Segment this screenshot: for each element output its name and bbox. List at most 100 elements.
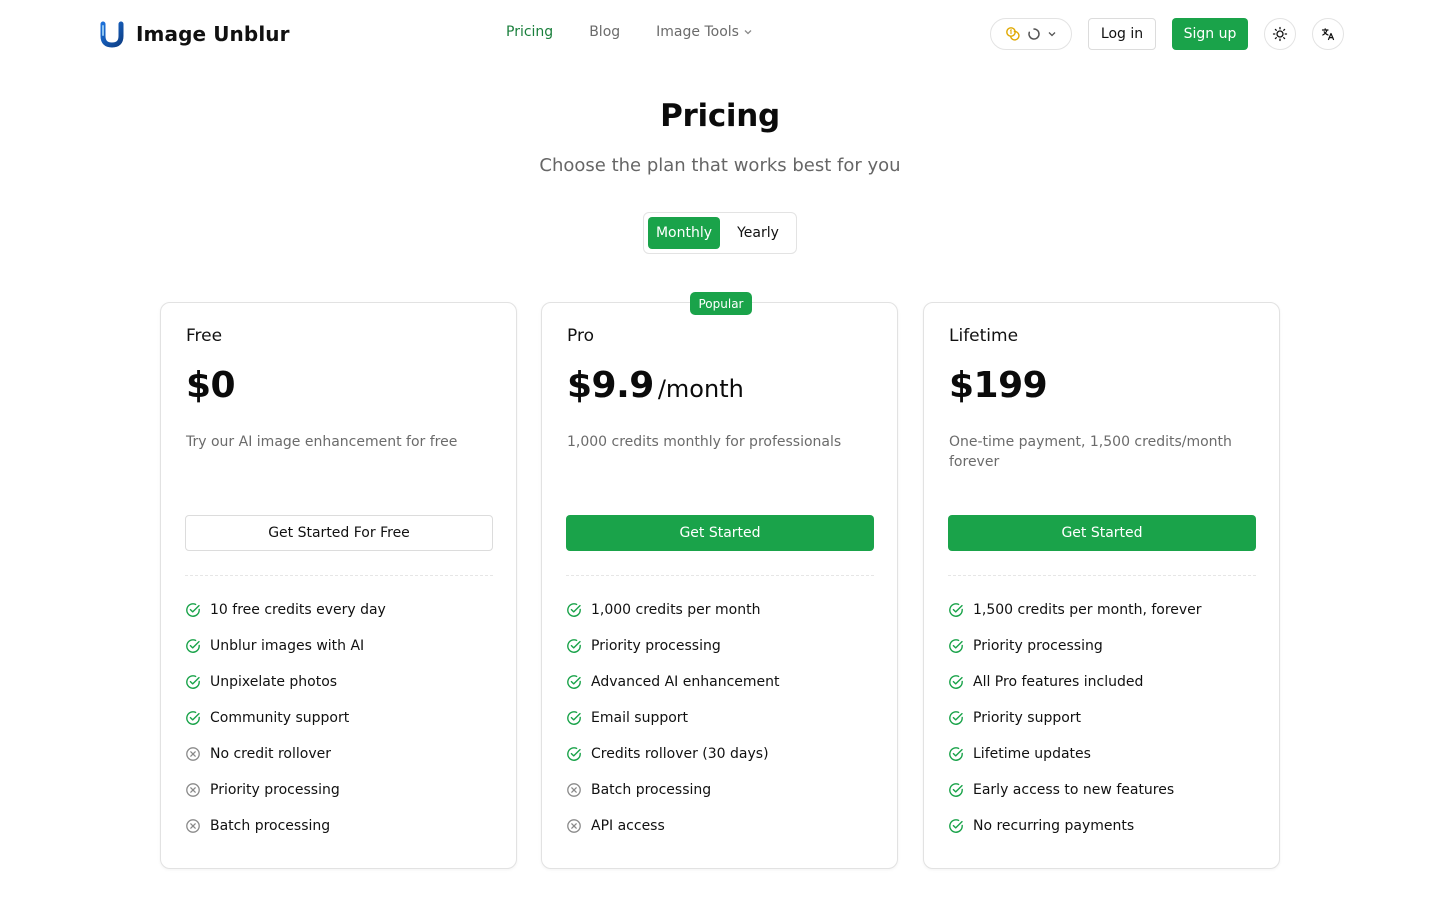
- plan-card-free: Free $0 Try our AI image enhancement for…: [160, 302, 517, 869]
- signup-button[interactable]: Sign up: [1172, 18, 1248, 50]
- feature-item: Unpixelate photos: [185, 664, 386, 700]
- check-circle-icon: [567, 675, 581, 689]
- feature-item: Advanced AI enhancement: [566, 664, 780, 700]
- feature-text: Batch processing: [210, 818, 331, 834]
- feature-item: All Pro features included: [948, 664, 1202, 700]
- sun-icon: [1272, 26, 1288, 42]
- feature-text: All Pro features included: [973, 674, 1144, 690]
- feature-item: Batch processing: [185, 808, 386, 844]
- feature-item: 1,000 credits per month: [566, 592, 780, 628]
- nav-dropdown-label: Image Tools: [656, 24, 739, 40]
- plan-description: One-time payment, 1,500 credits/month fo…: [949, 434, 1232, 470]
- divider: [185, 575, 493, 576]
- check-circle-icon: [186, 711, 200, 725]
- divider: [566, 575, 874, 576]
- plan-name: Pro: [567, 326, 594, 346]
- plan-price-amount: $0: [186, 365, 236, 406]
- x-circle-icon: [567, 819, 581, 833]
- feature-item: Priority processing: [566, 628, 780, 664]
- check-circle-icon: [567, 747, 581, 761]
- check-circle-icon: [186, 603, 200, 617]
- language-button[interactable]: [1312, 18, 1344, 50]
- billing-toggle: Monthly Yearly: [643, 212, 797, 254]
- check-circle-icon: [949, 783, 963, 797]
- billing-yearly-option[interactable]: Yearly: [724, 217, 792, 249]
- get-started-lifetime-button[interactable]: Get Started: [948, 515, 1256, 551]
- login-button[interactable]: Log in: [1088, 18, 1156, 50]
- get-started-free-button[interactable]: Get Started For Free: [185, 515, 493, 551]
- brand-name: Image Unblur: [136, 22, 290, 46]
- feature-text: 10 free credits every day: [210, 602, 386, 618]
- feature-text: Priority processing: [210, 782, 340, 798]
- credits-menu[interactable]: [990, 18, 1072, 50]
- feature-text: Priority processing: [973, 638, 1103, 654]
- x-circle-icon: [567, 783, 581, 797]
- feature-item: Priority processing: [948, 628, 1202, 664]
- site-header: Image Unblur Pricing Blog Image Tools Lo…: [0, 0, 1440, 68]
- check-circle-icon: [949, 747, 963, 761]
- plan-price-amount: $9.9: [567, 365, 654, 406]
- page-title: Pricing: [660, 98, 780, 134]
- feature-text: 1,000 credits per month: [591, 602, 761, 618]
- feature-text: Priority support: [973, 710, 1082, 726]
- feature-item: Early access to new features: [948, 772, 1202, 808]
- nav-dropdown-image-tools[interactable]: Image Tools: [656, 24, 753, 40]
- feature-text: Email support: [591, 710, 689, 726]
- feature-item: Credits rollover (30 days): [566, 736, 780, 772]
- feature-text: Early access to new features: [973, 782, 1175, 798]
- divider: [948, 575, 1256, 576]
- plan-name: Free: [186, 326, 223, 346]
- plan-price: $199: [949, 365, 1048, 406]
- x-circle-icon: [186, 783, 200, 797]
- nav-link-blog[interactable]: Blog: [589, 24, 620, 40]
- feature-item: 1,500 credits per month, forever: [948, 592, 1202, 628]
- check-circle-icon: [186, 675, 200, 689]
- feature-list: 1,000 credits per month Priority processi…: [566, 592, 780, 844]
- check-circle-icon: [949, 819, 963, 833]
- get-started-pro-button[interactable]: Get Started: [566, 515, 874, 551]
- check-circle-icon: [186, 639, 200, 653]
- brand-logo-icon: [100, 21, 124, 48]
- check-circle-icon: [949, 675, 963, 689]
- feature-text: Advanced AI enhancement: [591, 674, 780, 690]
- feature-item: Community support: [185, 700, 386, 736]
- feature-item: Batch processing: [566, 772, 780, 808]
- feature-text: Unblur images with AI: [210, 638, 365, 654]
- feature-list: 1,500 credits per month, forever Priority…: [948, 592, 1202, 844]
- feature-item: API access: [566, 808, 780, 844]
- coins-icon: [1006, 27, 1020, 41]
- main-nav: Pricing Blog Image Tools: [506, 24, 753, 40]
- nav-link-pricing[interactable]: Pricing: [506, 24, 553, 40]
- feature-text: Priority processing: [591, 638, 721, 654]
- brand[interactable]: Image Unblur: [100, 20, 290, 48]
- plan-name: Lifetime: [949, 326, 1019, 346]
- feature-list: 10 free credits every day Unblur images w…: [185, 592, 386, 844]
- x-circle-icon: [186, 819, 200, 833]
- plan-price-period: /month: [657, 375, 744, 403]
- check-circle-icon: [949, 639, 963, 653]
- popular-badge: Popular: [690, 292, 752, 315]
- plan-price: $0: [186, 365, 236, 406]
- feature-text: Credits rollover (30 days): [591, 746, 769, 762]
- check-circle-icon: [949, 603, 963, 617]
- feature-text: No recurring payments: [973, 818, 1135, 834]
- feature-text: Lifetime updates: [973, 746, 1091, 762]
- theme-toggle-button[interactable]: [1264, 18, 1296, 50]
- check-circle-icon: [567, 603, 581, 617]
- x-circle-icon: [186, 747, 200, 761]
- feature-item: 10 free credits every day: [185, 592, 386, 628]
- feature-text: Unpixelate photos: [210, 674, 338, 690]
- check-circle-icon: [567, 639, 581, 653]
- check-circle-icon: [567, 711, 581, 725]
- loading-spinner-icon: [1028, 28, 1040, 40]
- chevron-down-icon: [744, 30, 752, 35]
- plan-description: Try our AI image enhancement for free: [186, 434, 458, 450]
- feature-item: No credit rollover: [185, 736, 386, 772]
- feature-text: No credit rollover: [210, 746, 331, 762]
- check-circle-icon: [949, 711, 963, 725]
- page-subtitle: Choose the plan that works best for you: [539, 155, 901, 176]
- billing-monthly-option[interactable]: Monthly: [648, 217, 720, 249]
- plan-price-amount: $199: [949, 365, 1048, 406]
- plan-description: 1,000 credits monthly for professionals: [567, 434, 842, 450]
- feature-text: Batch processing: [591, 782, 712, 798]
